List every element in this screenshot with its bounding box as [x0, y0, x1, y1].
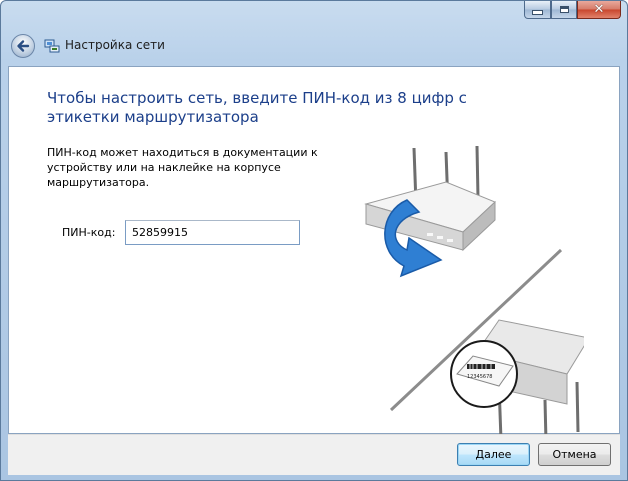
- minimize-icon: [532, 10, 543, 15]
- close-button[interactable]: ✕: [577, 1, 621, 19]
- pin-label: ПИН-код:: [62, 226, 116, 239]
- wizard-footer: Далее Отмена: [8, 434, 620, 475]
- wizard-window: ✕ Настройка сети Чтобы настроить сеть, в…: [0, 0, 628, 481]
- instruction-text: ПИН-код может находиться в документации …: [47, 146, 318, 189]
- pin-input[interactable]: [125, 220, 300, 245]
- window-title: Настройка сети: [65, 38, 165, 52]
- wizard-content: Чтобы настроить сеть, введите ПИН-код из…: [8, 66, 620, 442]
- minimize-button[interactable]: [524, 1, 551, 19]
- caption-buttons: ✕: [524, 1, 621, 21]
- maximize-button[interactable]: [551, 1, 577, 19]
- page-heading: Чтобы настроить сеть, введите ПИН-код из…: [47, 89, 467, 126]
- network-setup-icon: [44, 39, 60, 53]
- close-icon: ✕: [593, 2, 605, 17]
- back-button[interactable]: [11, 34, 35, 58]
- cancel-button-label: Отмена: [552, 448, 597, 461]
- router-illustration: 12345678: [364, 145, 584, 442]
- next-button[interactable]: Далее: [457, 443, 530, 466]
- router-label-text: 12345678: [467, 374, 492, 380]
- cancel-button[interactable]: Отмена: [538, 443, 611, 466]
- next-button-label: Далее: [475, 448, 512, 461]
- maximize-icon: [559, 6, 569, 13]
- back-arrow-icon: [17, 40, 30, 52]
